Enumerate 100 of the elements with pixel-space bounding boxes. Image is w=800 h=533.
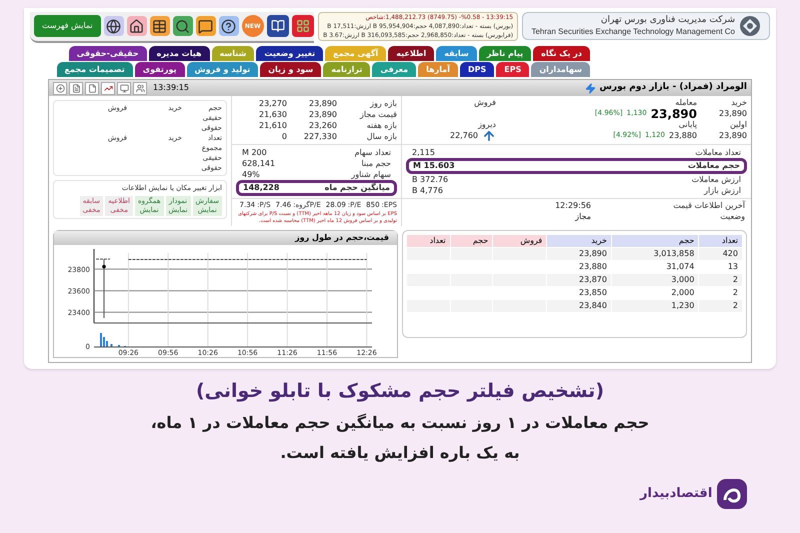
- grid-button[interactable]: [292, 15, 314, 37]
- table-cell: [493, 248, 546, 260]
- tab[interactable]: پورتفوی: [134, 62, 185, 77]
- stat-value: 49%: [242, 168, 260, 180]
- column-header: خرید: [547, 235, 611, 247]
- quote-value: 23,890: [719, 108, 747, 120]
- table-cell-text: 2: [732, 287, 739, 299]
- caption-line: به یک باره افزایش یافته است.: [280, 442, 520, 464]
- tab[interactable]: معرفی: [372, 62, 416, 77]
- stat-value: 372.76 B: [412, 174, 448, 186]
- info-label: آخرین اطلاعات قیمت: [672, 200, 745, 211]
- table-cell: 3,013,858: [612, 248, 698, 260]
- quote-value: 23,890: [650, 106, 697, 120]
- stat-value: 15.603 M: [413, 160, 455, 172]
- quote-value: 23,880: [669, 130, 697, 142]
- help-button[interactable]: [218, 16, 239, 36]
- range-label: قیمت مجاز: [358, 109, 397, 121]
- info-value: مجاز: [575, 211, 591, 222]
- add-button[interactable]: [53, 82, 67, 94]
- table-cell: 23,870: [547, 274, 611, 286]
- table-cell: 23,840: [547, 300, 611, 312]
- tab[interactable]: حقیقی-حقوقی: [68, 46, 147, 61]
- stat-value: 628,141: [242, 158, 276, 170]
- column-header: تعداد: [699, 235, 742, 247]
- panel-time: 13:39:15: [153, 82, 189, 94]
- tab[interactable]: تولید و فروش: [186, 62, 258, 77]
- caption-line: حجم معاملات در ۱ روز نسبت به میانگین حجم معاملات در ۱ ماه،: [150, 412, 650, 434]
- tab[interactable]: سود و زیان: [260, 62, 322, 77]
- grid-icon: [296, 19, 310, 33]
- globe-icon: [106, 18, 122, 34]
- stat-value: 148,228: [243, 182, 280, 194]
- table-cell: 23,890: [547, 248, 611, 260]
- brand-name: اقتصادبیدار: [640, 485, 712, 504]
- table-cell: 420: [699, 248, 742, 260]
- book-icon: [270, 19, 285, 33]
- table-cell: 2: [699, 300, 742, 312]
- brand-logo-icon: [716, 478, 748, 510]
- chat-button[interactable]: [196, 16, 216, 36]
- tab[interactable]: در یک نگاه: [533, 46, 590, 61]
- add-icon: [56, 84, 64, 92]
- quote-label: فروش: [473, 98, 496, 107]
- document-button[interactable]: [69, 82, 83, 94]
- table-cell: 2: [699, 274, 742, 286]
- stat-value: 4,776 B: [412, 184, 443, 196]
- quote-label: دیروز: [476, 120, 496, 129]
- range-low: 21,630: [258, 109, 287, 121]
- book-button[interactable]: [266, 15, 289, 37]
- quote-value: 23,890: [719, 130, 747, 142]
- table-button[interactable]: [150, 16, 170, 36]
- column-header: حجم: [450, 235, 492, 247]
- tab[interactable]: DPS: [460, 62, 494, 77]
- tab[interactable]: EPS: [496, 62, 530, 77]
- table-cell-text: 23,880: [578, 261, 608, 273]
- tab[interactable]: تصمیمات مجمع: [56, 62, 133, 77]
- tab[interactable]: سهامداران: [531, 62, 590, 77]
- table-cell: 1,230: [612, 300, 698, 312]
- tab[interactable]: اطلاعیه: [388, 46, 434, 61]
- stat-label: حجم معاملات: [688, 160, 740, 172]
- panel-title: الومراد (فمراد) - بازار دوم بورس: [600, 81, 747, 94]
- page-icon: [88, 84, 96, 92]
- page-button[interactable]: [85, 82, 99, 94]
- quote-label: پایانی: [678, 120, 697, 129]
- tab[interactable]: سابقه: [436, 46, 477, 61]
- price-spike-drawing: [94, 258, 110, 318]
- document-icon: [72, 84, 80, 92]
- column-header: حجم: [612, 235, 698, 247]
- window-button[interactable]: [117, 82, 131, 94]
- window-icon: [120, 84, 128, 92]
- range-high: 23,260: [308, 120, 337, 132]
- chart-button[interactable]: [101, 82, 115, 94]
- tab[interactable]: شناسه: [212, 46, 254, 61]
- stat-label: تعداد معاملات: [695, 146, 741, 158]
- range-low: 23,270: [258, 98, 287, 110]
- people-button[interactable]: [133, 82, 147, 94]
- caption-title: (تشخیص فیلتر حجم مشکوک با تابلو خوانی): [196, 379, 604, 404]
- range-label: بازه سال: [366, 131, 397, 143]
- help-icon: [221, 18, 236, 34]
- range-high: 227,330: [302, 131, 337, 143]
- tab[interactable]: ترازنامه: [323, 62, 370, 77]
- table-icon: [152, 18, 168, 34]
- table-cell-text: 13: [726, 261, 739, 273]
- stat-label: سهام شناور: [351, 168, 391, 180]
- tab[interactable]: تغییر وضعیت: [256, 46, 324, 61]
- tab[interactable]: آمارها: [418, 62, 458, 77]
- tab[interactable]: هیات مدیره: [148, 46, 210, 61]
- table-cell: 3,000: [612, 274, 698, 286]
- search-button[interactable]: [172, 16, 193, 36]
- home-button[interactable]: [126, 16, 147, 36]
- stat-label: ارزش بازار: [704, 184, 741, 196]
- range-label: بازه روز: [368, 98, 397, 110]
- search-icon: [175, 18, 190, 34]
- stat-label: میانگین حجم ماه: [324, 182, 390, 194]
- table-cell: [450, 248, 492, 260]
- menu-button[interactable]: نمایش فهرست: [34, 15, 101, 37]
- tab[interactable]: پیام ناظر: [478, 46, 532, 61]
- quote-label: اولین: [728, 120, 747, 129]
- lightning-icon: [584, 82, 596, 94]
- stat-value: 2,115: [412, 146, 435, 158]
- column-header: تعداد: [407, 235, 450, 247]
- globe-button[interactable]: [104, 16, 124, 36]
